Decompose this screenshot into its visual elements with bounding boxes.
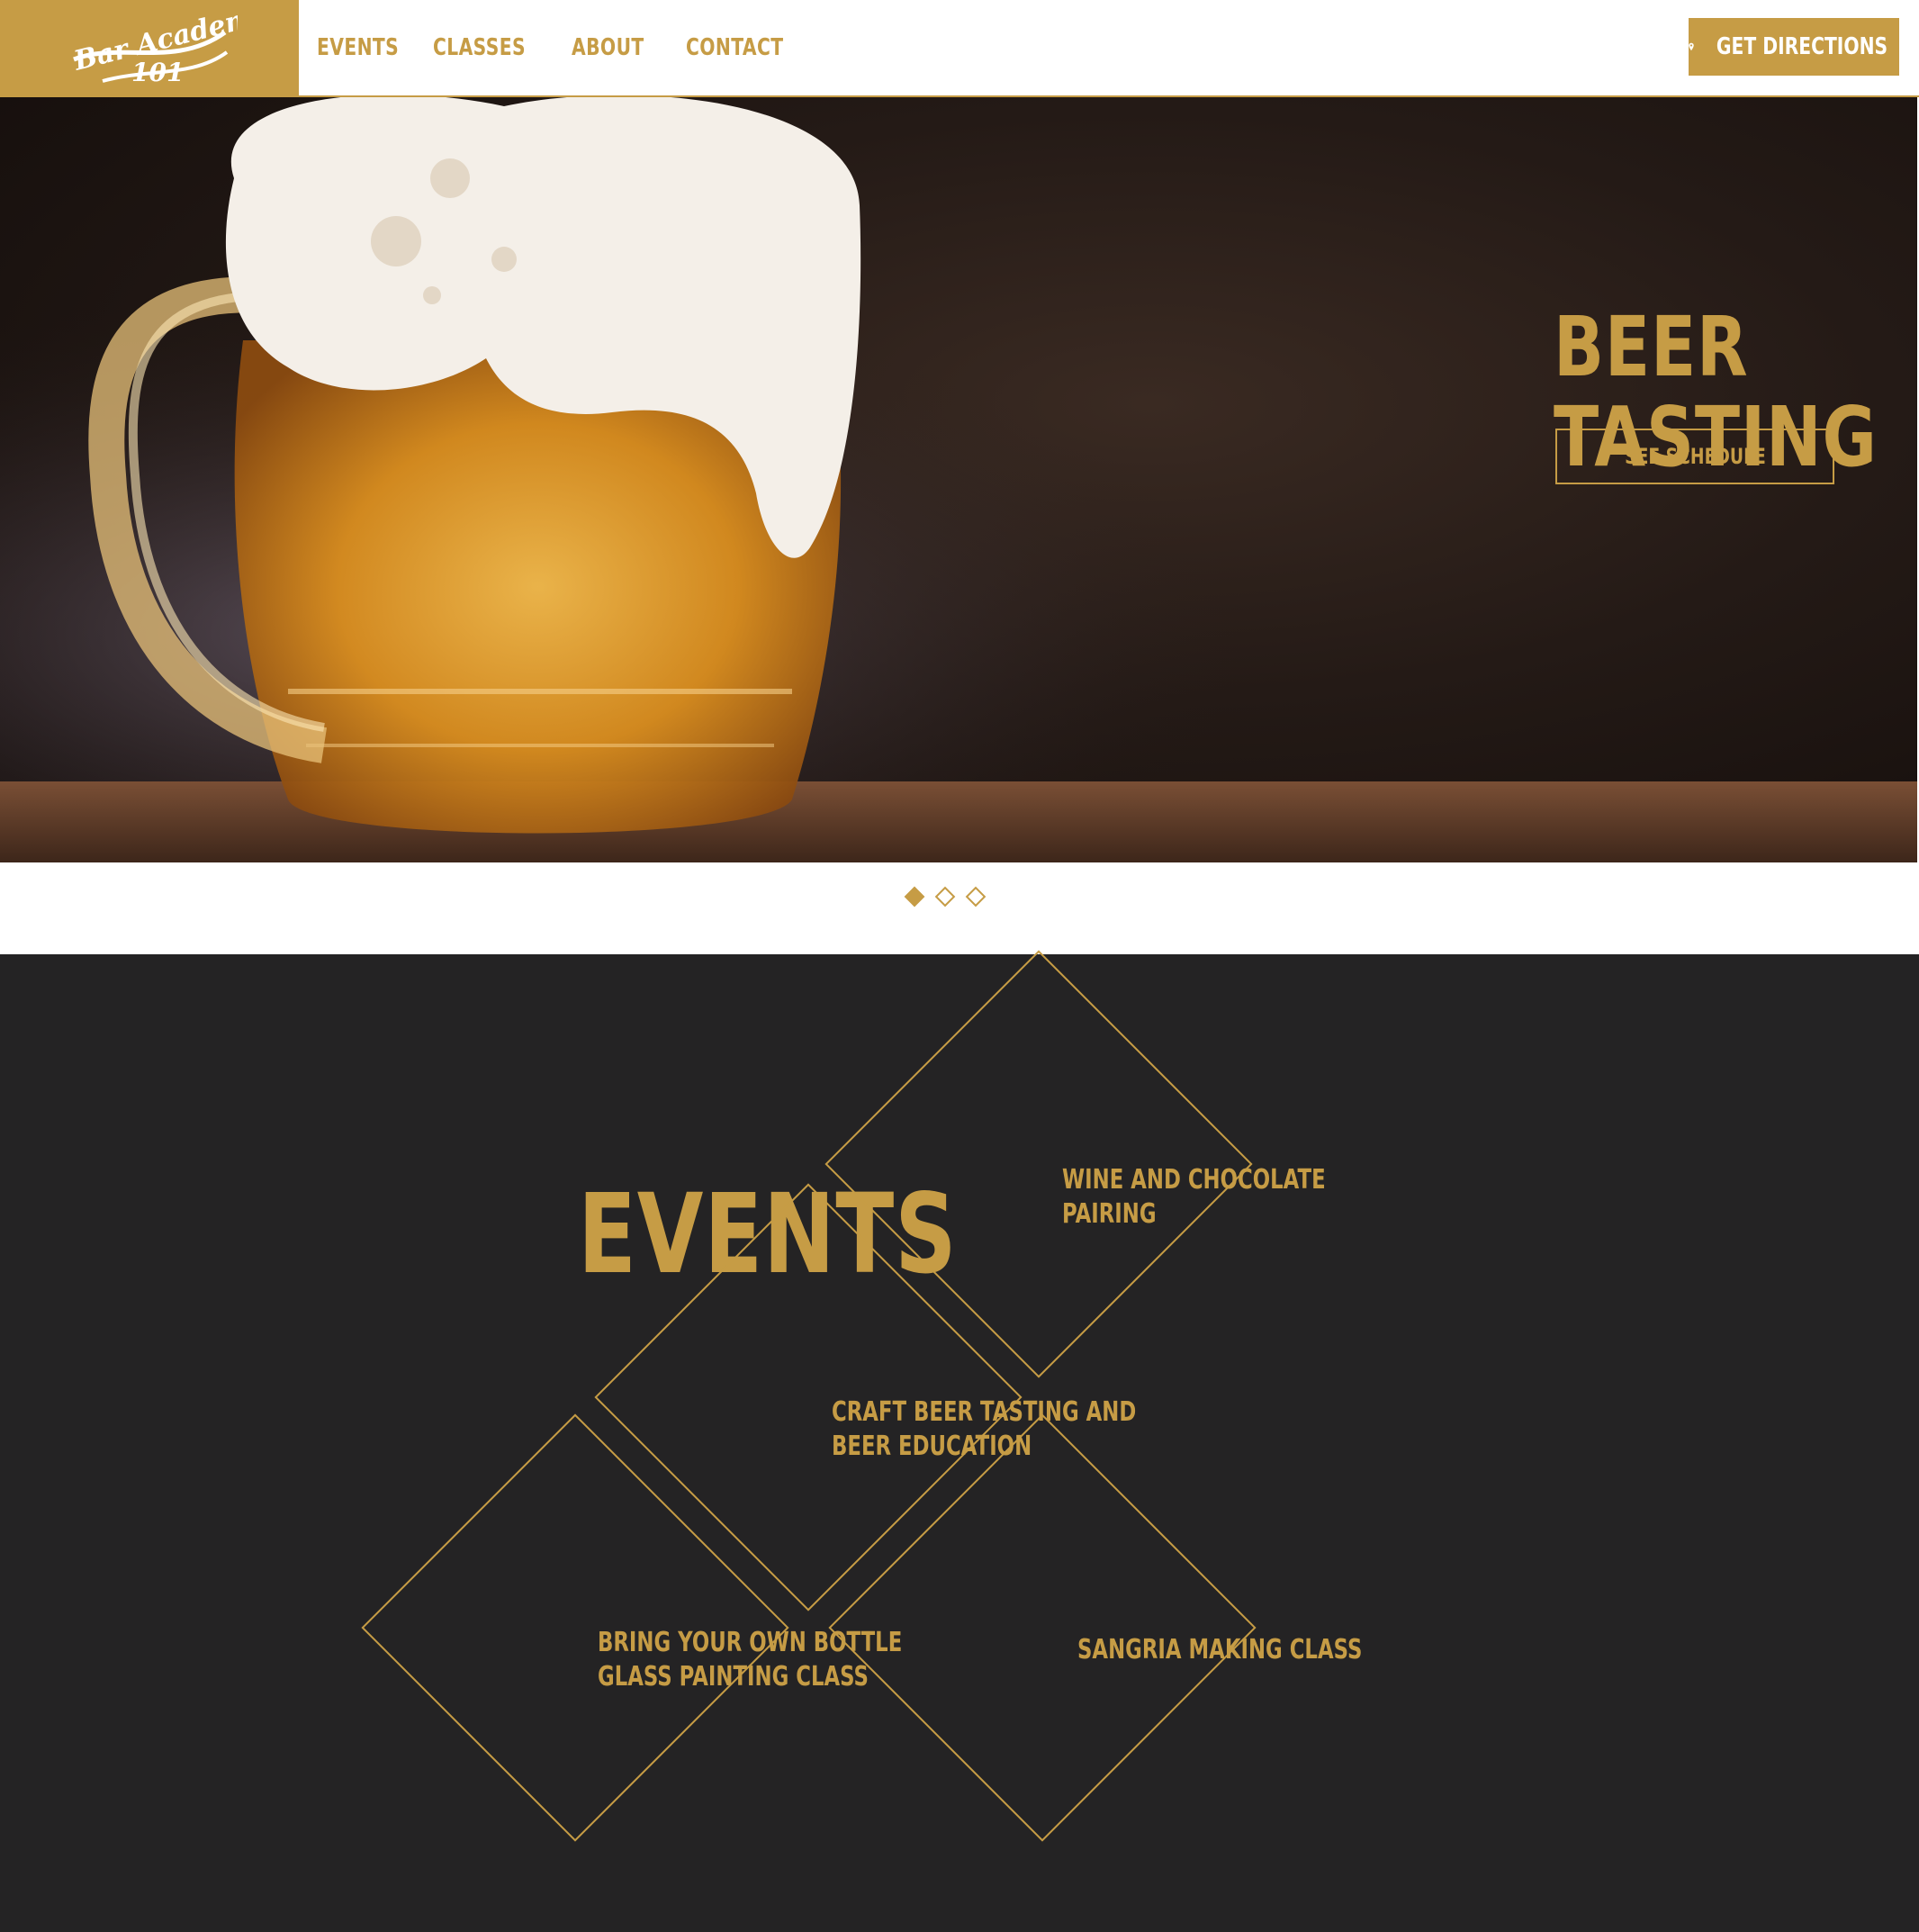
nav-item-contact[interactable]: CONTACT <box>686 34 784 61</box>
hero-slider: BEER TASTING SEE SCHEDULE <box>0 97 1917 862</box>
see-schedule-label: SEE SCHEDULE <box>1624 444 1766 469</box>
see-schedule-button[interactable]: SEE SCHEDULE <box>1555 429 1834 484</box>
slider-dot-3[interactable] <box>965 886 987 907</box>
event-label-craft-beer: CRAFT BEER TASTING AND BEER EDUCATION <box>832 1396 1137 1462</box>
logo-text-bottom: 101 <box>131 58 184 87</box>
events-section: EVENTS WINE AND CHOCOLATE PAIRING CRAFT … <box>0 950 1919 1932</box>
slider-dot-1[interactable] <box>904 886 925 907</box>
bar-academy-logo-icon: Bar Academy 101 <box>70 5 238 87</box>
event-label-wine-chocolate: WINE AND CHOCOLATE PAIRING <box>1062 1164 1326 1230</box>
slider-dot-2[interactable] <box>934 886 956 907</box>
get-directions-button[interactable]: GET DIRECTIONS <box>1689 18 1899 76</box>
get-directions-label: GET DIRECTIONS <box>1716 33 1888 60</box>
slider-dots <box>904 886 987 907</box>
nav-item-about[interactable]: ABOUT <box>572 34 644 61</box>
main-nav: EVENTS CLASSES ABOUT CONTACT <box>317 0 852 95</box>
map-pin-icon <box>1689 42 1694 51</box>
event-label-sangria: SANGRIA MAKING CLASS <box>1077 1634 1363 1666</box>
nav-item-classes[interactable]: CLASSES <box>433 34 526 61</box>
nav-item-events[interactable]: EVENTS <box>317 34 399 61</box>
logo[interactable]: Bar Academy 101 <box>0 0 299 95</box>
site-header: Bar Academy 101 EVENTS CLASSES ABOUT CON… <box>0 0 1919 97</box>
